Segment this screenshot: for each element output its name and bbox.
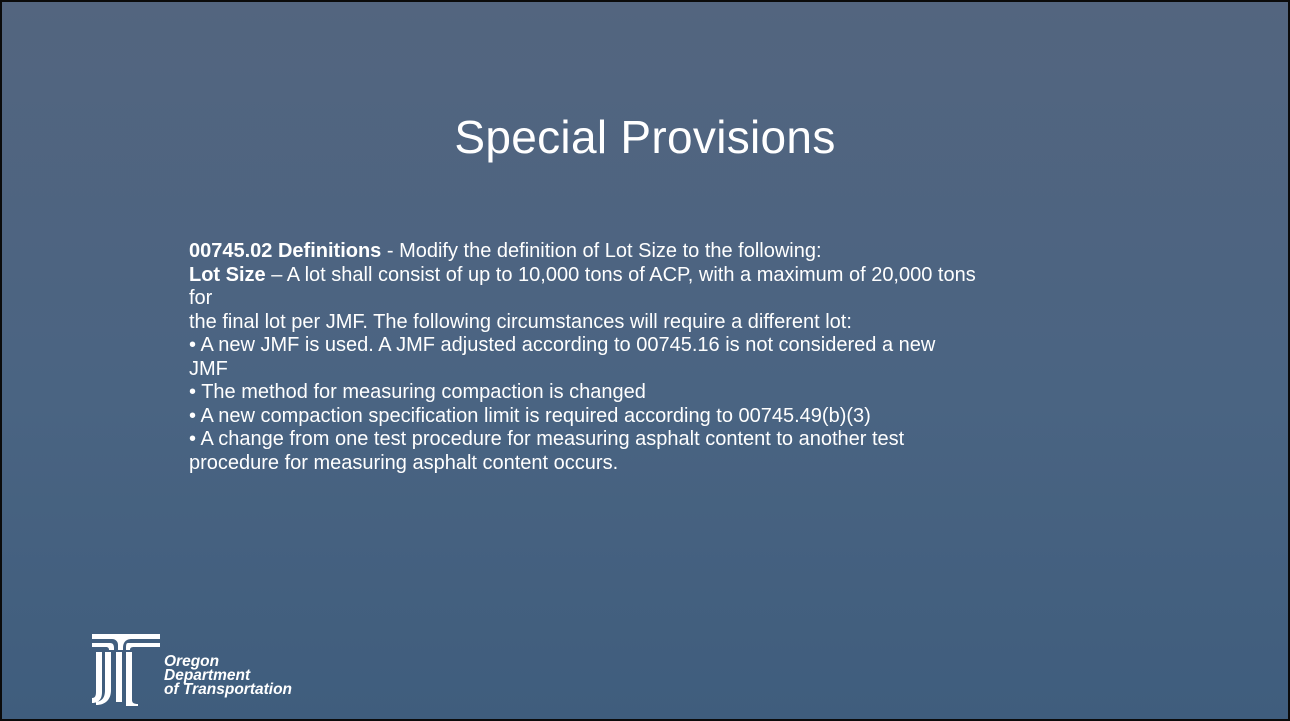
lot-size-wrap: for (189, 287, 213, 309)
odot-logo: Oregon Department of Transportation (90, 630, 360, 706)
bullet-new-jmf: • A new JMF is used. A JMF adjusted acco… (189, 334, 936, 356)
bullet-compaction-limit: • A new compaction specification limit i… (189, 404, 871, 427)
lot-size-term: Lot Size (189, 263, 266, 286)
bullet-test-procedure-wrap: procedure for measuring asphalt content … (189, 451, 619, 474)
logo-line-transportation: of Transportation (164, 681, 293, 698)
definitions-heading: 00745.02 Definitions (189, 240, 382, 262)
circumstances-line: the final lot per JMF. The following cir… (189, 310, 852, 333)
slide-title: Special Provisions (454, 111, 836, 163)
lot-size-line: Lot Size – A lot shall consist of up to … (189, 264, 1149, 288)
definitions-text: - Modify the definition of Lot Size to t… (381, 240, 822, 262)
bullet-compaction-method: • The method for measuring compaction is… (189, 381, 646, 403)
bullet-new-jmf-wrap: JMF (189, 357, 228, 380)
odot-logo-text: Oregon Department of Transportation (164, 654, 293, 698)
slide: Special Provisions 00745.02 Definitions … (0, 0, 1290, 721)
definitions-line: 00745.02 Definitions - Modify the defini… (189, 240, 1149, 264)
slide-body: 00745.02 Definitions - Modify the defini… (189, 240, 1149, 475)
lot-size-text: – A lot shall consist of up to 10,000 to… (265, 263, 976, 286)
odot-logo-icon (92, 634, 160, 706)
bullet-test-procedure: • A change from one test procedure for m… (189, 428, 905, 450)
